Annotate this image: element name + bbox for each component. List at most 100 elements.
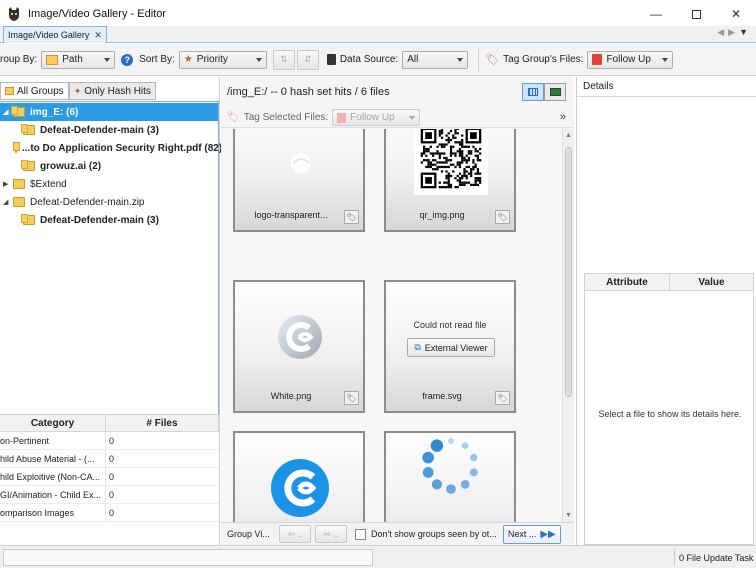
thumbnail-tile[interactable]: 🏷 [384, 431, 516, 522]
tab-scroll-controls: ◀▶▼ [717, 27, 752, 38]
back-arrow-icon: ⇦ .. [287, 528, 303, 539]
thumbnail-tile[interactable]: White.png 🏷 [233, 280, 365, 413]
category-column-header[interactable]: Category [0, 415, 106, 431]
category-name: hild Abuse Material - (... [0, 450, 106, 467]
chevron-down-icon [255, 57, 262, 62]
sort-descending-icon: ⇵ [304, 54, 312, 64]
sort-ascending-button[interactable]: ⇅ [272, 49, 295, 70]
previous-group-button[interactable]: ⇦ .. [279, 525, 311, 543]
scroll-up-icon[interactable]: ▲ [565, 132, 572, 139]
category-count: 0 [109, 471, 115, 482]
tree-item[interactable]: ◢ Defeat-Defender-main.zip [0, 193, 218, 211]
thumbnail-tile[interactable]: 🏷 [233, 431, 365, 522]
grid-scrollbar-thumb[interactable] [565, 147, 572, 397]
groups-tabs: All Groups ✦ Only Hash Hits [0, 82, 156, 100]
external-viewer-button[interactable]: ⧉ External Viewer [407, 338, 495, 357]
group-navigation-bar: Group Vi... ⇦ .. ⇨ .. Don't show groups … [221, 522, 574, 545]
expand-down-icon[interactable]: ◢ [3, 108, 11, 116]
sort-by-select[interactable]: ★ Priority [178, 50, 267, 69]
tag-file-button[interactable]: 🏷 [495, 391, 510, 405]
gallery-panel: /img_E:/ -- 0 hash set hits / 6 files 🏷 … [221, 77, 574, 545]
file-update-task-status[interactable]: 0 File Update Task [674, 549, 756, 566]
tag-group-select[interactable]: Follow Up [587, 50, 674, 69]
tree-item[interactable]: Defeat-Defender-main (3) [0, 211, 218, 229]
tree-item[interactable]: growuz.ai (2) [0, 157, 218, 175]
tab-scroll-right-icon[interactable]: ▶ [728, 27, 739, 37]
attribute-table: Attribute Value Select a file to show it… [584, 273, 754, 545]
external-viewer-icon: ⧉ [414, 342, 421, 352]
category-count: 0 [109, 435, 115, 446]
category-count: 0 [109, 507, 115, 518]
thumbnail-tile[interactable]: logo-transparent... 🏷 [233, 129, 365, 232]
overflow-chevron-icon[interactable]: » [560, 111, 566, 123]
folder-icon [13, 142, 20, 153]
tag-file-button[interactable]: 🏷 [495, 210, 510, 224]
thumbnail-tile[interactable]: Could not read file ⧉ External Viewer fr… [384, 280, 516, 413]
expand-right-icon[interactable]: ▶ [3, 180, 11, 188]
details-panel: Details Attribute Value Select a file to… [576, 77, 756, 545]
tag-file-icon: 🏷 [346, 212, 357, 222]
tree-item[interactable]: ▶ $Extend [0, 175, 218, 193]
tab-all-groups[interactable]: All Groups [0, 82, 69, 100]
tab-list-icon[interactable]: ▼ [739, 27, 752, 37]
attribute-table-header: Attribute Value [585, 274, 753, 291]
tab-scroll-left-icon[interactable]: ◀ [717, 27, 728, 37]
help-icon[interactable]: ? [121, 53, 134, 66]
forward-group-button[interactable]: ⇨ .. [315, 525, 347, 543]
groups-panel: All Groups ✦ Only Hash Hits ◢ img_E: (6) D… [0, 77, 222, 545]
table-row[interactable]: GI/Animation - Child Ex... 0 [0, 486, 219, 504]
logo-thumbnail [291, 153, 311, 173]
maximize-button[interactable] [676, 0, 716, 28]
attribute-column-header[interactable]: Attribute [585, 274, 670, 290]
document-tab-strip: Image/Video Gallery ✕ ◀▶▼ [0, 26, 756, 43]
close-icon: ✕ [730, 7, 742, 21]
loading-spinner-icon [422, 438, 478, 494]
read-error-message: Could not read file [413, 320, 487, 330]
details-title: Details [577, 77, 756, 97]
thumbnail-tile[interactable]: qr_img.png 🏷 [384, 129, 516, 232]
category-table-header: Category # Files [0, 415, 219, 432]
grid-view-button[interactable] [522, 83, 544, 101]
dont-show-checkbox[interactable] [355, 528, 366, 540]
table-row[interactable]: omparison Images 0 [0, 504, 219, 522]
slideshow-view-button[interactable] [544, 83, 566, 101]
tag-file-icon: 🏷 [346, 393, 357, 403]
tag-icon: 🏷 [485, 54, 500, 66]
tree-item[interactable]: ...to Do Application Security Right.pdf … [0, 139, 222, 157]
tag-file-button[interactable]: 🏷 [344, 210, 359, 224]
grid-scrollbar[interactable]: ▲ ▼ [562, 129, 574, 522]
tab-only-hash-hits[interactable]: ✦ Only Hash Hits [68, 82, 156, 100]
table-row[interactable]: hild Exploitive (Non-CA... 0 [0, 468, 219, 486]
folder-icon [21, 214, 35, 225]
files-column-header[interactable]: # Files [106, 415, 219, 431]
tag-group-label: Tag Group's Files: [503, 54, 584, 65]
value-column-header[interactable]: Value [670, 274, 753, 290]
group-by-label: roup By: [0, 54, 38, 65]
sort-ascending-icon: ⇅ [280, 54, 288, 64]
table-row[interactable]: on-Pertinent 0 [0, 432, 219, 450]
tab-image-video-gallery[interactable]: Image/Video Gallery ✕ [3, 26, 107, 43]
data-source-label: Data Source: [339, 54, 399, 65]
category-table: Category # Files on-Pertinent 0 hild Abuse… [0, 414, 219, 545]
group-by-select[interactable]: Path [41, 50, 116, 69]
priority-icon: ★ [183, 54, 193, 65]
thumbnail-filename: frame.svg [422, 391, 462, 401]
tree-item[interactable]: ◢ img_E: (6) [0, 103, 218, 121]
grid-view-icon [528, 88, 538, 96]
table-row[interactable]: hild Abuse Material - (... 0 [0, 450, 219, 468]
next-arrow-icon: ▶▶ [540, 528, 556, 540]
tag-selected-bar: 🏷 Tag Selected Files: Follow Up » [221, 108, 574, 128]
tab-close-icon[interactable]: ✕ [94, 30, 102, 41]
tag-selected-select[interactable]: Follow Up [332, 109, 421, 126]
close-window-button[interactable]: ✕ [716, 0, 756, 28]
tag-file-button[interactable]: 🏷 [344, 391, 359, 405]
expand-down-icon[interactable]: ◢ [3, 198, 11, 206]
sort-descending-button[interactable]: ⇵ [296, 49, 319, 70]
data-source-select[interactable]: All [402, 50, 469, 69]
scroll-down-icon[interactable]: ▼ [565, 512, 572, 519]
slideshow-view-icon [549, 88, 561, 96]
next-group-button[interactable]: Next ... ▶▶ [502, 524, 561, 544]
tree-item[interactable]: Defeat-Defender-main (3) [0, 121, 218, 139]
minimize-button[interactable]: — [636, 0, 676, 28]
group-viewed-label: Group Vi... [227, 529, 270, 539]
